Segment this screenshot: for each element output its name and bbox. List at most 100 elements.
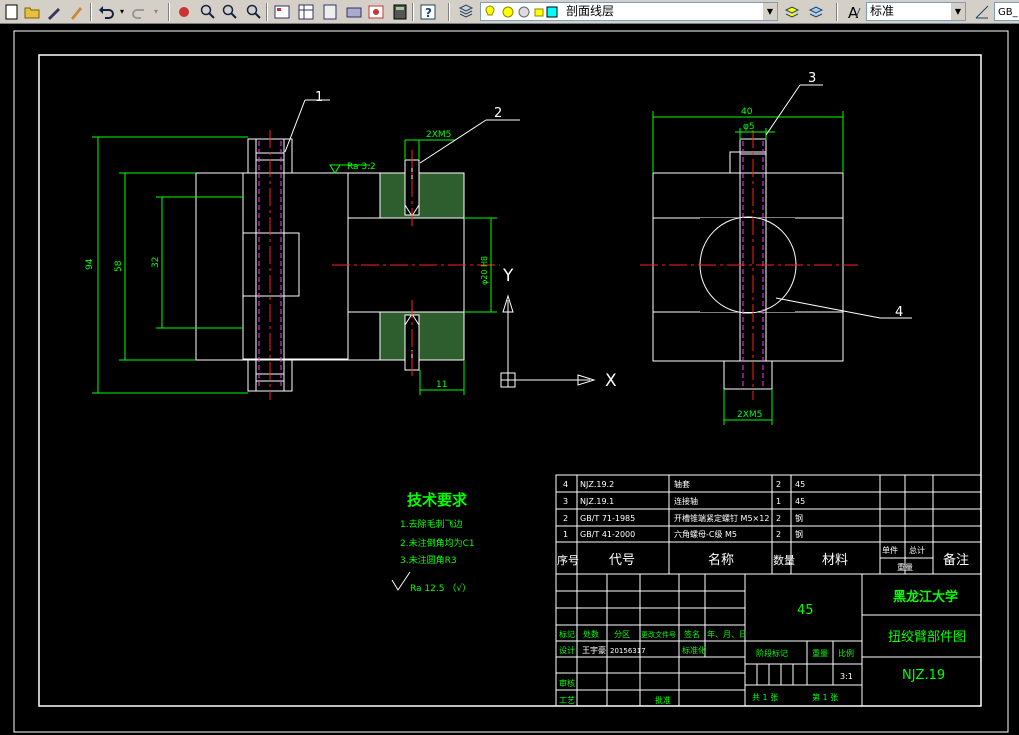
redo-icon[interactable] <box>130 2 150 21</box>
label-craft: 工艺 <box>559 696 575 705</box>
layer-combo[interactable]: 剖面线层 ▼ <box>480 2 778 21</box>
part-code: NJZ.19.2 <box>580 480 614 489</box>
text-style-name: 标准 <box>870 4 895 18</box>
svg-text:A: A <box>848 4 859 20</box>
side-center-lines <box>640 130 858 400</box>
sheet-number: 第 1 张 <box>812 692 838 702</box>
label-zone: 分区 <box>614 630 630 639</box>
drawing-name: 扭绞臂部件图 <box>888 629 966 645</box>
make-current-layer-icon[interactable] <box>806 2 826 21</box>
part-no: 2 <box>563 514 568 523</box>
front-leaders <box>284 99 520 164</box>
label-weight: 重量 <box>812 648 828 658</box>
dim-94: 94 <box>85 258 95 270</box>
header-mat: 材料 <box>822 553 848 568</box>
part-no: 1 <box>563 530 568 539</box>
dim-2xm5-b: 2XM5 <box>737 410 762 420</box>
dim-d20h8: φ20 H8 <box>480 256 489 285</box>
label-approve: 批准 <box>655 695 671 705</box>
part-name: 连接轴 <box>674 496 698 506</box>
undo-dropdown-icon[interactable]: ▾ <box>118 2 126 21</box>
part-mat: 45 <box>795 497 805 506</box>
dim-ra32: Ra 3.2 <box>347 162 376 172</box>
zoom-realtime-icon[interactable] <box>198 2 218 21</box>
help-icon[interactable]: ? <box>418 2 438 21</box>
sheet-set-icon[interactable] <box>344 2 364 21</box>
label-design: 设计 <box>559 645 575 655</box>
designer-name: 王宇豪 <box>582 645 606 655</box>
balloon-3: 3 <box>808 71 816 86</box>
label-std: 标准化 <box>682 645 706 655</box>
part-qty: 1 <box>776 497 781 506</box>
tech-item-3: 3.未注圆角R3 <box>400 554 457 566</box>
part-mat: 钢 <box>795 513 803 523</box>
chevron-down-icon[interactable]: ▼ <box>951 3 965 20</box>
header-name: 名称 <box>708 552 734 568</box>
open-folder-icon[interactable] <box>22 2 42 21</box>
label-count: 处数 <box>583 629 599 639</box>
scale-value: 3:1 <box>840 672 853 681</box>
front-hidden-lines <box>258 141 282 389</box>
header-remark: 备注 <box>943 552 969 568</box>
balloon-1: 1 <box>315 90 323 105</box>
current-layer-name: 剖面线层 <box>566 4 615 18</box>
calculator-icon[interactable] <box>390 2 410 21</box>
label-date: 年、月、日 <box>707 629 747 639</box>
part-qty: 2 <box>776 480 781 489</box>
tech-item-2: 2.未注倒角均为C1 <box>400 537 475 549</box>
undo-icon[interactable] <box>96 2 116 21</box>
layer-previous-icon[interactable] <box>782 2 802 21</box>
text-style-combo[interactable]: 标准 ▼ <box>866 2 966 21</box>
part-code: GB/T 71-1985 <box>580 514 635 523</box>
text-style-icon[interactable]: A <box>844 2 864 21</box>
zoom-previous-icon[interactable] <box>244 2 264 21</box>
dim-style-combo[interactable]: GB_ <box>994 2 1019 21</box>
part-mat: 45 <box>795 480 805 489</box>
dim-11: 11 <box>436 380 447 390</box>
title-block-labels: 标记 处数 分区 更改文件号 签名 年、月、日 设计 王宇豪 20156317 … <box>559 629 854 705</box>
part-name: 开槽锥端紧定螺钉 M5×12 <box>674 513 769 523</box>
dim-32: 32 <box>151 257 161 268</box>
zoom-window-icon[interactable] <box>220 2 240 21</box>
drawing-svg: 94 58 32 φ20 H8 11 2XM5 Ra 3.2 1 2 Y X 4… <box>13 30 1009 733</box>
ucs-icon <box>500 294 596 388</box>
label-doc: 更改文件号 <box>641 630 676 639</box>
dimension-style-icon[interactable] <box>972 2 992 21</box>
dim-58: 58 <box>114 260 124 272</box>
pan-icon[interactable] <box>174 2 194 21</box>
design-center-icon[interactable] <box>296 2 316 21</box>
properties-icon[interactable] <box>272 2 292 21</box>
tech-item-1: 1.去除毛刺飞边 <box>400 518 463 530</box>
part-qty: 2 <box>776 514 781 523</box>
header-weight: 重量 <box>897 562 913 572</box>
label-stage: 阶段标记 <box>756 648 788 658</box>
outer-frame <box>13 30 1009 733</box>
markup-icon[interactable] <box>366 2 386 21</box>
university-name: 黑龙江大学 <box>893 589 958 605</box>
chevron-down-icon[interactable]: ▼ <box>763 3 777 20</box>
dim-d5: φ5 <box>743 122 755 132</box>
side-view <box>652 138 844 390</box>
standard-toolbar: ▾ ▾ ? 剖面线层 ▼ A 标准 ▼ GB_ <box>0 0 1019 24</box>
header-total: 总计 <box>909 545 925 555</box>
drawing-canvas[interactable]: 94 58 32 φ20 H8 11 2XM5 Ra 3.2 1 2 Y X 4… <box>0 24 1019 735</box>
balloon-4: 4 <box>895 305 903 320</box>
part-mat: 钢 <box>795 529 803 539</box>
design-date: 20156317 <box>610 647 646 655</box>
redo-dropdown-icon[interactable]: ▾ <box>152 2 160 21</box>
part-no: 3 <box>563 497 568 506</box>
pen-icon[interactable] <box>44 2 64 21</box>
label-sign: 签名 <box>684 629 700 639</box>
dim-2xm5: 2XM5 <box>426 130 451 140</box>
material-value: 45 <box>797 603 814 618</box>
new-file-icon[interactable] <box>2 2 22 21</box>
header-qty: 数量 <box>773 554 795 567</box>
label-check: 审核 <box>559 678 575 688</box>
part-qty: 2 <box>776 530 781 539</box>
match-properties-icon[interactable] <box>66 2 86 21</box>
tool-palettes-icon[interactable] <box>320 2 340 21</box>
layer-manager-icon[interactable] <box>456 2 476 21</box>
label-mark: 标记 <box>559 629 575 639</box>
layer-state-icons <box>485 5 558 18</box>
dim-style-name: GB_ <box>998 7 1018 18</box>
